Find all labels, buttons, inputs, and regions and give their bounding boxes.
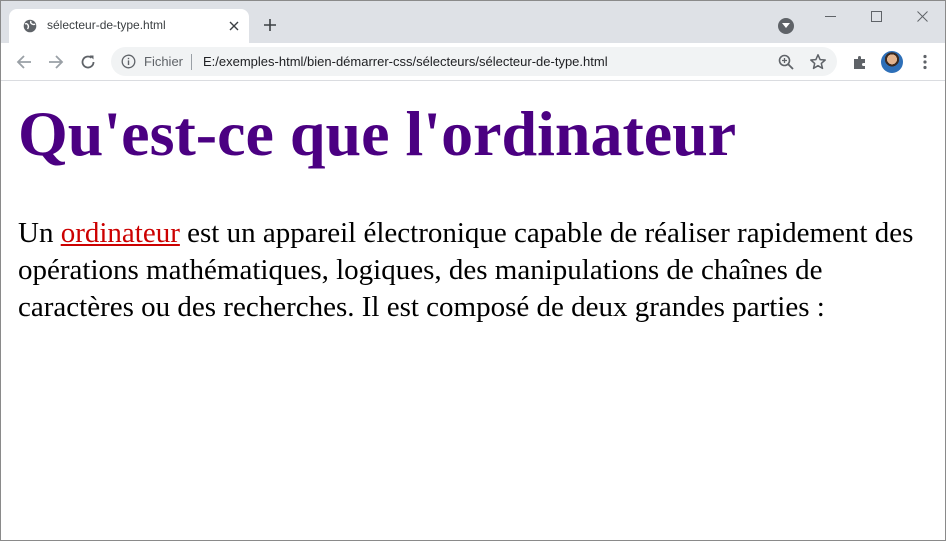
scheme-label: Fichier (144, 54, 184, 69)
star-icon[interactable] (809, 53, 827, 71)
arrow-left-icon[interactable] (11, 49, 37, 75)
info-icon[interactable] (121, 54, 136, 69)
page-title: Qu'est-ce que l'ordinateur (18, 98, 737, 169)
browser-toolbar: Fichier E:/exemples-html/bien-démarrer-c… (1, 43, 945, 81)
arrow-right-icon[interactable] (43, 49, 69, 75)
browser-window: sélecteur-de-type.html Fichier E:/exempl… (0, 0, 946, 541)
globe-icon (23, 19, 37, 33)
maximize-icon[interactable] (853, 1, 899, 31)
reload-icon[interactable] (75, 49, 101, 75)
tab-title: sélecteur-de-type.html (47, 18, 166, 32)
avatar[interactable] (881, 51, 903, 73)
ordinateur-link[interactable]: ordinateur (61, 217, 180, 249)
minimize-icon[interactable] (807, 1, 853, 31)
tab-close-icon[interactable] (226, 18, 242, 34)
url-text[interactable]: E:/exemples-html/bien-démarrer-css/sélec… (203, 54, 608, 69)
tab-search-icon[interactable] (778, 18, 794, 34)
close-icon[interactable] (899, 1, 945, 31)
address-bar[interactable]: Fichier E:/exemples-html/bien-démarrer-c… (111, 47, 837, 76)
omnibox-divider (191, 54, 192, 70)
puzzle-icon[interactable] (847, 49, 873, 75)
page-content: Qu'est-ce que l'ordinateur Un ordinateur… (1, 81, 945, 540)
paragraph-text-start: Un (18, 217, 61, 249)
zoom-icon[interactable] (777, 53, 795, 71)
new-tab-icon[interactable] (260, 15, 280, 35)
browser-tab[interactable]: sélecteur-de-type.html (9, 9, 249, 43)
tab-strip: sélecteur-de-type.html (1, 1, 945, 43)
intro-paragraph: Un ordinateur est un appareil électroniq… (18, 215, 938, 326)
kebab-menu-icon[interactable] (912, 49, 938, 75)
